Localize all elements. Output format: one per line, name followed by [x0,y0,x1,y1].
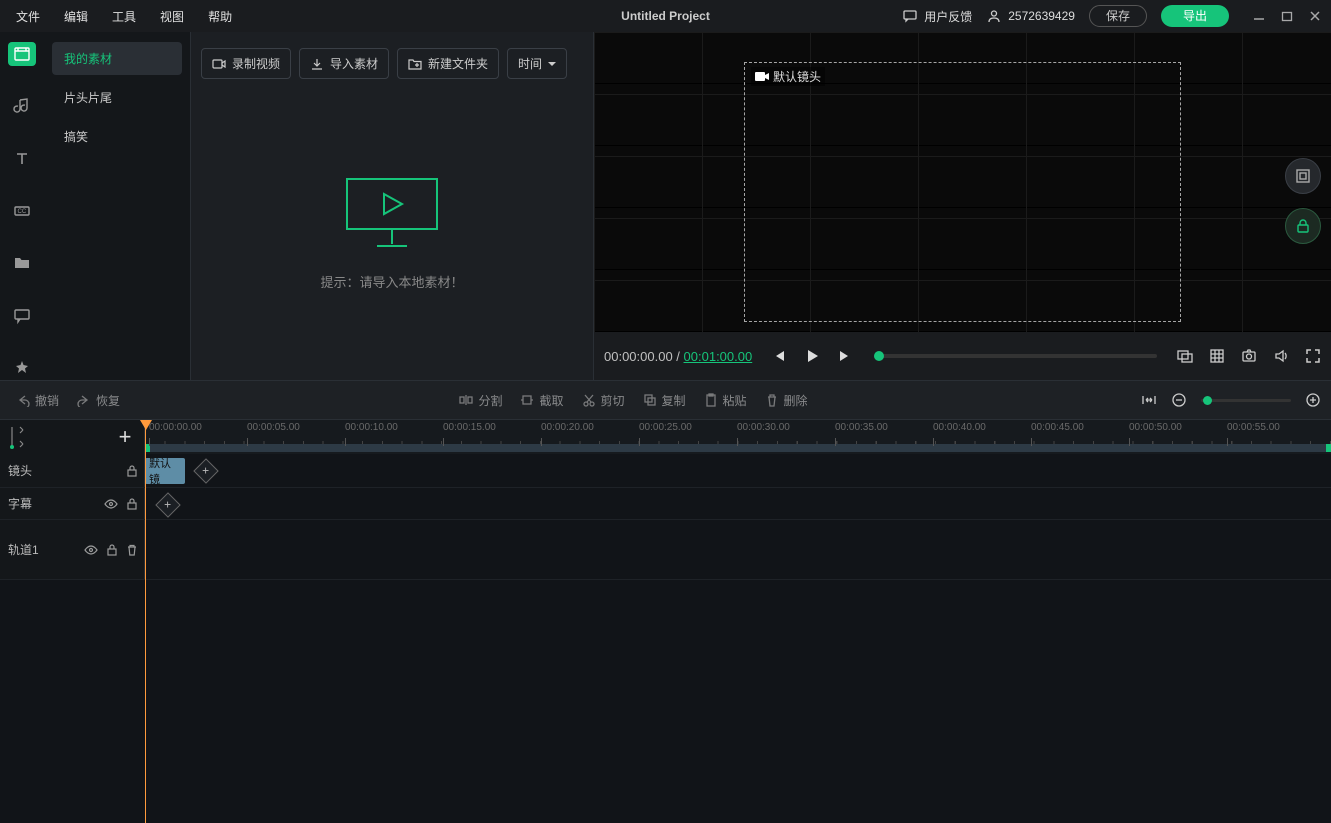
track-label-subtitle: 字幕 [8,495,32,512]
snapshot-icon[interactable] [1241,348,1257,364]
add-keyframe-shot[interactable]: + [193,458,218,483]
paste-button[interactable]: 粘贴 [698,388,753,413]
rail-caption-icon[interactable]: CC [8,199,36,223]
playhead[interactable] [145,420,146,823]
grid-icon[interactable] [1209,348,1225,364]
track-lane-1[interactable] [145,520,1331,579]
menu-file[interactable]: 文件 [16,8,40,25]
delete-track-icon[interactable] [126,544,138,556]
feedback-button[interactable]: 用户反馈 [902,8,972,25]
lock-toggle[interactable] [1285,208,1321,244]
progress-bar[interactable] [874,354,1157,358]
timeline-header-tools: + [0,420,145,454]
undo-button[interactable]: 撤销 [10,388,65,413]
volume-icon[interactable] [1273,348,1289,364]
sort-select[interactable]: 时间 [507,48,567,79]
timeline-ruler[interactable]: 00:00:00.00 00:00:05.00 00:00:10.00 00:0… [145,420,1331,454]
track-label-1: 轨道1 [8,541,39,558]
record-video-button[interactable]: 录制视频 [201,48,291,79]
delete-button[interactable]: 删除 [759,388,814,413]
lock-icon[interactable] [106,544,118,556]
new-folder-button[interactable]: 新建文件夹 [397,48,499,79]
add-keyframe-subtitle[interactable]: + [155,492,180,517]
asset-panel: 录制视频 导入素材 新建文件夹 时间 提示：请导入本地素 [190,32,594,380]
rail-media-icon[interactable] [8,42,36,66]
snap-toggle[interactable] [8,425,26,449]
safe-zone-toggle[interactable] [1285,158,1321,194]
rail-text-icon[interactable] [8,147,36,171]
export-button[interactable]: 导出 [1161,5,1229,27]
monitor-icon [342,174,442,254]
split-button[interactable]: 分割 [453,388,508,413]
fullscreen-icon[interactable] [1305,348,1321,364]
visibility-icon[interactable] [104,498,118,510]
default-shot-label: 默认镜头 [751,67,825,86]
next-frame-button[interactable] [838,348,854,364]
track-label-shot: 镜头 [8,462,32,479]
rail-audio-icon[interactable] [8,94,36,118]
empty-hint-text: 提示：请导入本地素材！ [320,272,463,291]
rail-effects-icon[interactable] [8,356,36,380]
preview-safe-frame: 默认镜头 [744,62,1181,322]
play-button[interactable] [804,348,820,364]
import-media-button[interactable]: 导入素材 [299,48,389,79]
close-button[interactable] [1309,10,1321,22]
menu-bar: 文件 编辑 工具 视图 帮助 [16,8,232,25]
timeline: + 00:00:00.00 00:00:05.00 00:00:10.00 00… [0,420,1331,823]
menu-view[interactable]: 视图 [160,8,184,25]
left-rail: CC [0,32,44,380]
preview-controls: 00:00:00.00 / 00:01:00.00 [594,332,1331,380]
svg-text:CC: CC [18,209,27,215]
nav-my-materials[interactable]: 我的素材 [52,42,182,75]
clip-default-shot[interactable]: 默认镜 [145,458,185,484]
track-row-1: 轨道1 [0,520,1331,580]
maximize-button[interactable] [1281,10,1293,22]
total-duration-link[interactable]: 00:01:00.00 [684,349,753,364]
redo-button[interactable]: 恢复 [71,388,126,413]
track-lane-shot[interactable]: 默认镜 + [145,454,1331,487]
time-display: 00:00:00.00 / 00:01:00.00 [604,349,752,364]
project-title: Untitled Project [621,9,710,23]
zoom-slider[interactable] [1201,399,1291,402]
cut-button[interactable]: 剪切 [576,388,631,413]
add-track-button[interactable]: + [112,424,138,450]
preview-panel: 默认镜头 00:00:00.00 / 00:01:00.00 [594,32,1331,380]
rail-comment-icon[interactable] [8,303,36,327]
zoom-out-icon[interactable] [1171,392,1187,408]
menu-tools[interactable]: 工具 [112,8,136,25]
account-button[interactable]: 2572639429 [986,8,1075,24]
lock-icon[interactable] [126,465,138,477]
titlebar: 文件 编辑 工具 视图 帮助 Untitled Project 用户反馈 257… [0,0,1331,32]
edit-toolbar: 撤销 恢复 分割 截取 剪切 复制 粘贴 删除 [0,380,1331,420]
minimize-button[interactable] [1253,10,1265,22]
menu-edit[interactable]: 编辑 [64,8,88,25]
track-row-subtitle: 字幕 + [0,488,1331,520]
fit-timeline-icon[interactable] [1141,393,1157,407]
prev-frame-button[interactable] [770,348,786,364]
nav-intros-outros[interactable]: 片头片尾 [52,81,182,114]
overlay-icon[interactable] [1177,348,1193,364]
nav-funny[interactable]: 搞笑 [52,120,182,153]
preview-canvas[interactable]: 默认镜头 [594,32,1331,332]
zoom-in-icon[interactable] [1305,392,1321,408]
track-row-shot: 镜头 默认镜 + [0,454,1331,488]
track-lane-subtitle[interactable]: + [145,488,1331,519]
crop-button[interactable]: 截取 [514,388,569,413]
lock-icon[interactable] [126,498,138,510]
save-button[interactable]: 保存 [1089,5,1147,27]
visibility-icon[interactable] [84,544,98,556]
rail-folder-icon[interactable] [8,251,36,275]
menu-help[interactable]: 帮助 [208,8,232,25]
asset-category-nav: 我的素材 片头片尾 搞笑 [44,32,190,380]
copy-button[interactable]: 复制 [637,388,692,413]
empty-media-state[interactable]: 提示：请导入本地素材！ [191,85,593,380]
